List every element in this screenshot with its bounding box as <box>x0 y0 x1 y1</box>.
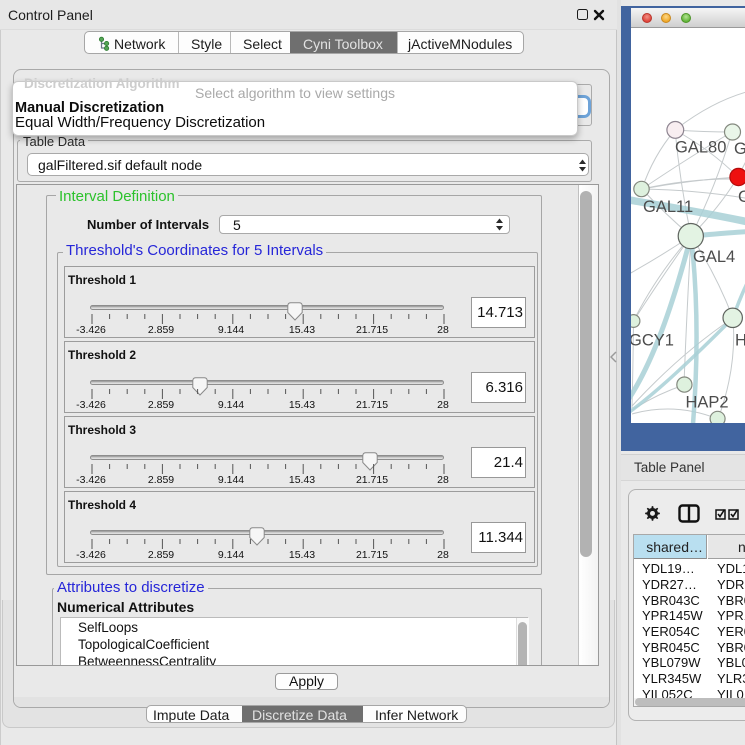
svg-text:HAP2: HAP2 <box>686 394 729 412</box>
svg-text:GCY1: GCY1 <box>631 332 674 350</box>
svg-text:GAL4: GAL4 <box>693 248 735 266</box>
svg-text:GAL80: GAL80 <box>675 139 726 157</box>
svg-text:GAL11: GAL11 <box>643 198 693 216</box>
svg-text:C: C <box>738 188 745 206</box>
svg-text:H: H <box>735 332 745 350</box>
svg-text:GA: GA <box>734 140 745 158</box>
